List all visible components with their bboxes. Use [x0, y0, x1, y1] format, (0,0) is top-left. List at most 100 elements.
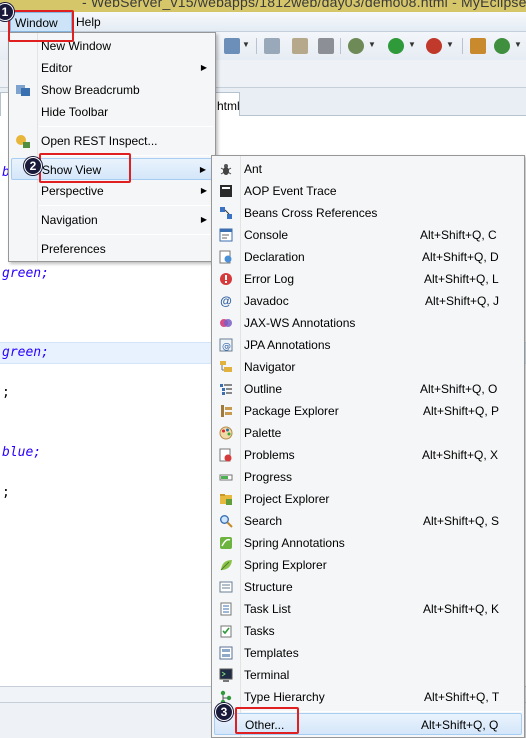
chevron-down-icon[interactable]: ▼ [368, 40, 376, 49]
chevron-down-icon[interactable]: ▼ [242, 40, 250, 49]
chevron-down-icon[interactable]: ▼ [408, 40, 416, 49]
deploy-icon[interactable] [292, 38, 308, 54]
svg-text:@: @ [222, 342, 231, 352]
dotted-grid-icon[interactable] [264, 38, 280, 54]
view-item-shortcut: Alt+Shift+Q, J [425, 294, 500, 308]
view-item-label: Package Explorer [244, 404, 339, 418]
menu-item-hide-toolbar[interactable]: Hide Toolbar [11, 101, 213, 123]
menu-bar: Window Help [0, 12, 526, 32]
new-class-icon[interactable] [494, 38, 510, 54]
view-item-shortcut: Alt+Shift+Q, L [424, 272, 499, 286]
package-explorer-icon [218, 403, 234, 419]
view-item-type-hierarchy[interactable]: Type Hierarchy Alt+Shift+Q, T [214, 686, 522, 708]
view-item-shortcut: Alt+Shift+Q, O [420, 382, 498, 396]
view-item-progress[interactable]: Progress [214, 466, 522, 488]
menu-separator [242, 711, 522, 712]
view-item-label: Console [244, 228, 289, 242]
view-item-error-log[interactable]: Error Log Alt+Shift+Q, L [214, 268, 522, 290]
view-item-aop-event-trace[interactable]: AOP Event Trace [214, 180, 522, 202]
chevron-down-icon[interactable]: ▼ [514, 40, 522, 49]
menu-item-preferences[interactable]: Preferences [11, 238, 213, 260]
view-item-label: Progress [244, 470, 293, 484]
view-item-label: AOP Event Trace [244, 184, 337, 198]
view-item-shortcut: Alt+Shift+Q, Q [421, 718, 499, 732]
toolbar-separator [340, 38, 341, 54]
view-item-package-explorer[interactable]: Package Explorer Alt+Shift+Q, P [214, 400, 522, 422]
view-item-other[interactable]: Other... Alt+Shift+Q, Q [214, 713, 522, 735]
view-item-shortcut: Alt+Shift+Q, T [424, 690, 500, 704]
menu-item-new-window[interactable]: New Window [11, 35, 213, 57]
menu-item-navigation[interactable]: Navigation ▶ [11, 209, 213, 231]
view-item-declaration[interactable]: Declaration Alt+Shift+Q, D [214, 246, 522, 268]
view-item-structure[interactable]: Structure [214, 576, 522, 598]
menu-item-label: New Window [41, 39, 112, 53]
jpa-annotations-icon: @ [218, 337, 234, 353]
menu-item-open-rest-inspect[interactable]: Open REST Inspect... [11, 130, 213, 152]
task-list-icon [218, 601, 234, 617]
menu-item-perspective[interactable]: Perspective ▶ [11, 180, 213, 202]
menu-help[interactable]: Help [72, 12, 105, 32]
run-icon[interactable] [388, 38, 404, 54]
view-item-console[interactable]: Console Alt+Shift+Q, C [214, 224, 522, 246]
view-item-outline[interactable]: Outline Alt+Shift+Q, O [214, 378, 522, 400]
view-item-beans-cross-references[interactable]: Beans Cross References [214, 202, 522, 224]
debug-icon[interactable] [348, 38, 364, 54]
problems-icon [218, 447, 234, 463]
menu-item-show-breadcrumb[interactable]: Show Breadcrumb [11, 79, 213, 101]
chevron-down-icon[interactable]: ▼ [446, 40, 454, 49]
submenu-arrow-icon: ▶ [200, 215, 207, 224]
view-item-label: Palette [244, 426, 282, 440]
view-item-palette[interactable]: Palette [214, 422, 522, 444]
menu-item-label: Hide Toolbar [41, 105, 109, 119]
jax-ws-annotations-icon [218, 315, 234, 331]
view-item-ant[interactable]: Ant [214, 158, 522, 180]
menu-separator [39, 126, 213, 127]
view-item-label: Tasks [244, 624, 275, 638]
view-item-jax-ws-annotations[interactable]: JAX-WS Annotations [214, 312, 522, 334]
view-item-label: Task List [244, 602, 291, 616]
menu-item-editor[interactable]: Editor ▶ [11, 57, 213, 79]
server-icon[interactable] [318, 38, 334, 54]
view-item-terminal[interactable]: Terminal [214, 664, 522, 686]
beans-cross-references-icon [218, 205, 234, 221]
view-item-jpa-annotations[interactable]: @ JPA Annotations [214, 334, 522, 356]
ant-icon [218, 161, 234, 177]
view-item-label: Type Hierarchy [244, 690, 325, 704]
view-item-shortcut: Alt+Shift+Q, X [422, 448, 499, 462]
menu-window[interactable]: Window [10, 12, 72, 32]
view-item-task-list[interactable]: Task List Alt+Shift+Q, K [214, 598, 522, 620]
declaration-icon [218, 249, 234, 265]
view-item-shortcut: Alt+Shift+Q, S [423, 514, 500, 528]
layout-grid-icon[interactable] [224, 38, 240, 54]
error-log-icon [218, 271, 234, 287]
view-item-shortcut: Alt+Shift+Q, P [423, 404, 500, 418]
view-item-spring-annotations[interactable]: Spring Annotations [214, 532, 522, 554]
view-item-navigator[interactable]: Navigator [214, 356, 522, 378]
view-item-shortcut: Alt+Shift+Q, K [423, 602, 500, 616]
submenu-arrow-icon: ▶ [199, 165, 206, 174]
view-item-project-explorer[interactable]: Project Explorer [214, 488, 522, 510]
menu-item-label: Preferences [41, 242, 106, 256]
view-item-search[interactable]: Search Alt+Shift+Q, S [214, 510, 522, 532]
view-item-templates[interactable]: Templates [214, 642, 522, 664]
view-item-label: Spring Annotations [244, 536, 345, 550]
navigator-icon [218, 359, 234, 375]
view-item-problems[interactable]: Problems Alt+Shift+Q, X [214, 444, 522, 466]
breadcrumb-icon [15, 82, 31, 98]
view-item-javadoc[interactable]: @ Javadoc Alt+Shift+Q, J [214, 290, 522, 312]
menu-item-label: Show View [42, 163, 102, 177]
outline-icon [218, 381, 234, 397]
aop-event-trace-icon [218, 183, 234, 199]
view-item-label: Terminal [244, 668, 290, 682]
view-item-spring-explorer[interactable]: Spring Explorer [214, 554, 522, 576]
view-item-tasks[interactable]: Tasks [214, 620, 522, 642]
new-project-icon[interactable] [470, 38, 486, 54]
external-tools-icon[interactable] [426, 38, 442, 54]
view-item-label: Structure [244, 580, 293, 594]
view-item-shortcut: Alt+Shift+Q, D [422, 250, 499, 264]
view-item-label: Search [244, 514, 283, 528]
menu-item-label: Show Breadcrumb [41, 83, 140, 97]
view-item-label: JAX-WS Annotations [244, 316, 356, 330]
view-item-label: Outline [244, 382, 283, 396]
show-view-menu: Ant AOP Event Trace Beans Cross Referenc… [211, 155, 525, 738]
